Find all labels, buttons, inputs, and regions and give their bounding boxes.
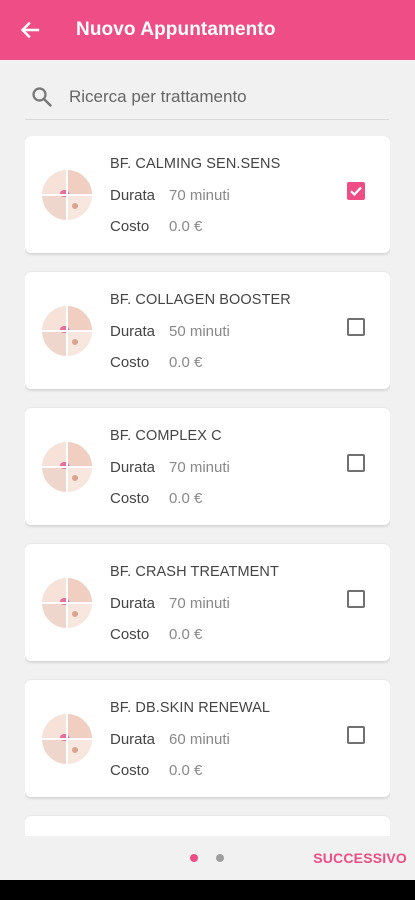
duration-label: Durata	[110, 187, 156, 204]
check-icon	[350, 186, 362, 197]
page-dot	[216, 854, 224, 862]
search-bar[interactable]	[25, 74, 389, 120]
page-indicator	[190, 854, 224, 862]
duration-value: 50 minuti	[169, 323, 230, 340]
cost-value: 0.0 €	[169, 218, 203, 235]
duration-label: Durata	[110, 459, 156, 476]
treatment-card[interactable]: BF. DB.SKIN RENEWAL Durata 60 minuti Cost…	[25, 680, 390, 797]
page-dot-active	[190, 854, 198, 862]
treatment-thumbnail	[42, 442, 92, 492]
duration-label: Durata	[110, 323, 156, 340]
treatment-card[interactable]: BF. COMPLEX C Durata 70 minuti Costo 0.0 €	[25, 408, 390, 525]
treatment-thumbnail	[42, 170, 92, 220]
duration-value: 60 minuti	[169, 731, 230, 748]
arrow-back-icon	[20, 21, 40, 39]
select-checkbox[interactable]	[347, 318, 365, 336]
treatment-thumbnail	[42, 714, 92, 764]
cost-value: 0.0 €	[169, 626, 203, 643]
treatment-name: BF. COMPLEX C	[110, 428, 222, 444]
cost-label: Costo	[110, 490, 150, 507]
search-icon	[31, 86, 61, 108]
duration-value: 70 minuti	[169, 187, 230, 204]
select-checkbox[interactable]	[347, 454, 365, 472]
cost-value: 0.0 €	[169, 490, 203, 507]
treatment-name: BF. DB.SKIN RENEWAL	[110, 700, 271, 716]
wizard-footer: SUCCESSIVO	[0, 836, 415, 880]
cost-value: 0.0 €	[169, 354, 203, 371]
select-checkbox[interactable]	[347, 726, 365, 744]
duration-value: 70 minuti	[169, 459, 230, 476]
treatment-card[interactable]: BF. COLLAGEN BOOSTER Durata 50 minuti Cos…	[25, 272, 390, 389]
cost-label: Costo	[110, 354, 150, 371]
treatment-list[interactable]: BF. CALMING SEN.SENS Durata 70 minuti Cos…	[25, 136, 390, 836]
duration-label: Durata	[110, 731, 156, 748]
app-bar: Nuovo Appuntamento	[0, 0, 415, 60]
cost-value: 0.0 €	[169, 762, 203, 779]
select-checkbox[interactable]	[347, 182, 365, 200]
treatment-thumbnail	[42, 306, 92, 356]
search-input[interactable]	[69, 86, 369, 107]
cost-label: Costo	[110, 218, 150, 235]
cost-label: Costo	[110, 626, 150, 643]
page-title: Nuovo Appuntamento	[76, 19, 276, 40]
treatment-card[interactable]: BF. CALMING SEN.SENS Durata 70 minuti Cos…	[25, 136, 390, 253]
back-button[interactable]	[0, 0, 60, 60]
treatment-card[interactable]: BF. CRASH TREATMENT Durata 70 minuti Cost…	[25, 544, 390, 661]
treatment-name: BF. COLLAGEN BOOSTER	[110, 292, 291, 308]
select-checkbox[interactable]	[347, 590, 365, 608]
next-button[interactable]: SUCCESSIVO	[313, 850, 407, 866]
treatment-name: BF. CRASH TREATMENT	[110, 564, 279, 580]
duration-value: 70 minuti	[169, 595, 230, 612]
treatment-thumbnail	[42, 578, 92, 628]
cost-label: Costo	[110, 762, 150, 779]
treatment-name: BF. CALMING SEN.SENS	[110, 156, 281, 172]
treatment-card[interactable]	[25, 816, 390, 836]
system-nav-bar	[0, 880, 415, 900]
duration-label: Durata	[110, 595, 156, 612]
